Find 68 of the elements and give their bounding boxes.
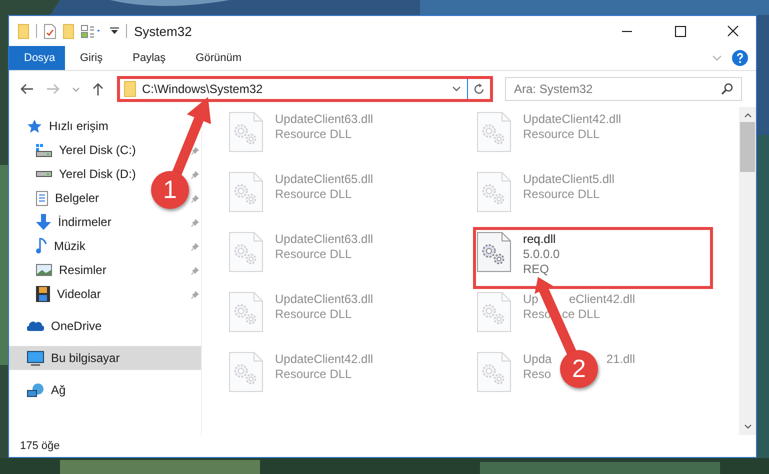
chevron-down-icon[interactable] [452, 86, 461, 92]
customize-icon[interactable] [110, 27, 119, 35]
file-detail: Resource DLL [275, 307, 352, 322]
film-icon [36, 286, 50, 302]
file-detail: Resource DLL [523, 187, 600, 202]
back-arrow-icon[interactable] [20, 83, 34, 95]
forward-arrow-icon[interactable] [46, 83, 60, 95]
up-arrow-icon[interactable] [92, 82, 104, 96]
scrollbar-thumb[interactable] [740, 122, 755, 172]
nav-item[interactable]: Resimler [9, 258, 112, 282]
search-field[interactable]: Ara: System32 [505, 77, 742, 101]
view-icon[interactable] [81, 24, 103, 38]
ribbon-tab[interactable]: Dosya [9, 46, 65, 70]
file-detail: 5.0.0.0 [523, 247, 560, 262]
star-icon [27, 119, 42, 133]
drive-icon [36, 171, 52, 177]
address-text: C:\Windows\System32 [142, 82, 263, 96]
folder-icon [124, 81, 136, 97]
ribbon-tab[interactable]: Giriş [65, 46, 118, 70]
folder-icon[interactable] [18, 24, 29, 38]
address-field[interactable]: C:\Windows\System32 [120, 79, 468, 99]
pin-icon[interactable] [191, 266, 200, 274]
item-count: 175 öğe [20, 440, 60, 452]
nav-item[interactable]: Müzik [9, 234, 92, 258]
file-detail: Resource DLL [275, 187, 352, 202]
help-icon[interactable] [732, 50, 748, 66]
nav-item[interactable]: Belgeler [9, 186, 106, 210]
new-folder-icon[interactable] [63, 24, 74, 38]
nav-item[interactable]: İndirmeler [9, 210, 118, 234]
file-detail: Resource DLL [523, 127, 600, 142]
pin-icon[interactable] [191, 290, 200, 298]
picture-icon [36, 264, 52, 276]
drive-icon [36, 144, 52, 156]
file-detail: Reso [523, 367, 552, 382]
file-name[interactable]: req.dll [523, 232, 556, 247]
window-title: System32 [134, 24, 192, 38]
nav-item[interactable]: Videolar [9, 282, 107, 306]
file-detail: Resource DLL [275, 127, 352, 142]
search-icon[interactable] [721, 83, 733, 95]
pin-icon[interactable] [191, 146, 200, 154]
file-detail: Resource DLL [275, 367, 352, 382]
nav-item[interactable]: Yerel Disk (C:) [9, 138, 142, 162]
file-detail: ce DLL [562, 307, 600, 322]
file-detail: REQ [523, 262, 550, 277]
chevron-up-icon[interactable] [744, 113, 752, 118]
nav-item[interactable]: Ağ [9, 378, 72, 402]
pin-icon[interactable] [191, 194, 200, 202]
network-icon [27, 382, 44, 398]
ribbon-tab[interactable]: Paylaş [118, 46, 181, 70]
gear-file-icon[interactable] [477, 232, 511, 272]
pin-icon[interactable] [191, 218, 200, 226]
file-detail: Resource DLL [275, 247, 352, 262]
nav-item[interactable]: Bu bilgisayar [9, 346, 201, 370]
document-icon [36, 190, 48, 206]
pin-icon[interactable] [191, 170, 200, 178]
music-note-icon [36, 238, 47, 254]
nav-item[interactable]: Yerel Disk (D:) [9, 162, 142, 186]
properties-icon[interactable] [44, 24, 56, 38]
ribbon-tab[interactable]: Görünüm [180, 46, 256, 70]
chevron-down-icon[interactable] [744, 424, 752, 429]
down-arrow-icon [36, 214, 51, 230]
cloud-icon [27, 321, 44, 331]
nav-item[interactable]: OneDrive [9, 314, 108, 338]
refresh-icon[interactable] [473, 83, 485, 95]
pin-icon[interactable] [191, 242, 200, 250]
scrollbar[interactable] [739, 107, 756, 435]
monitor-icon [27, 350, 44, 366]
nav-item[interactable]: Hızlı erişim [9, 114, 114, 138]
